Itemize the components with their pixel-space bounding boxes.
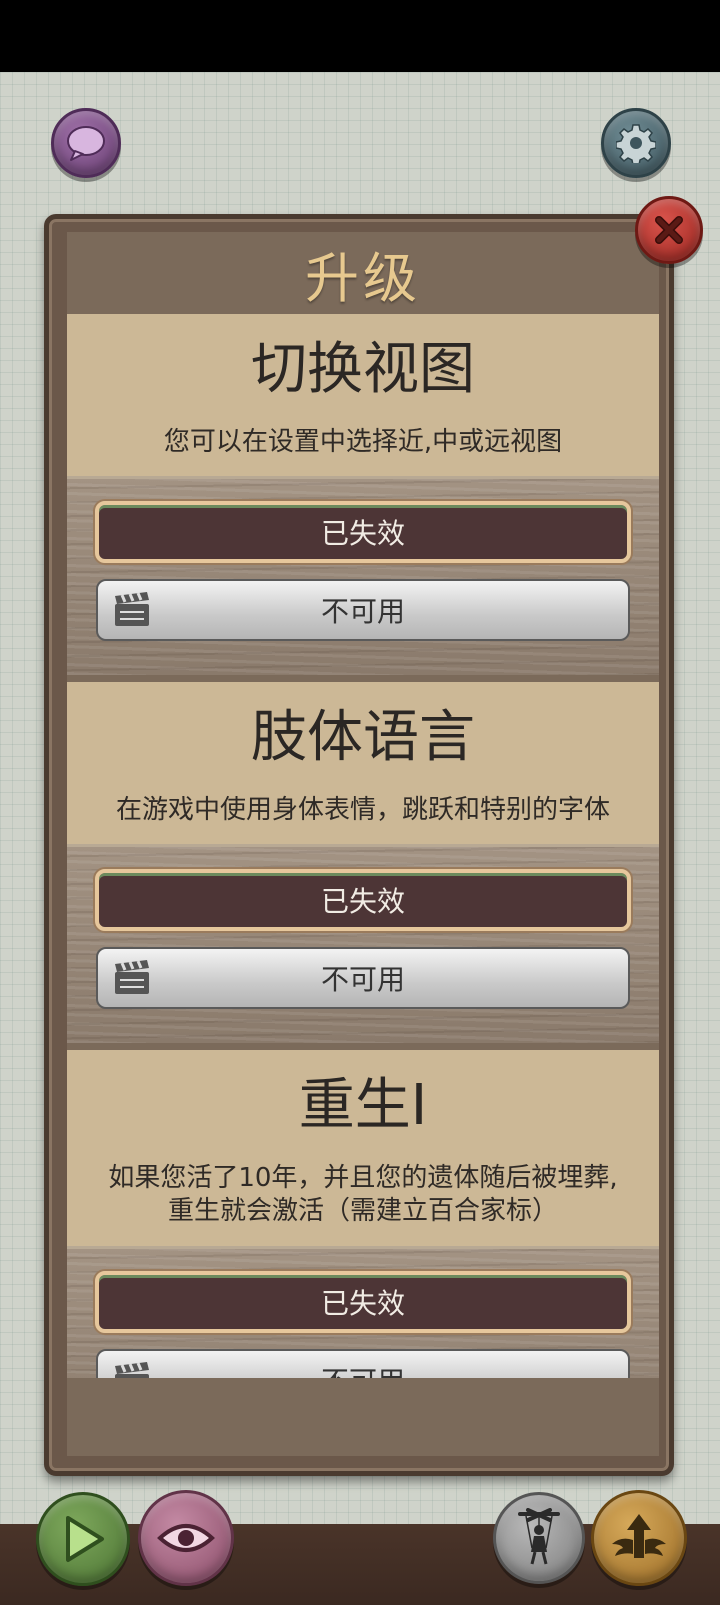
speech-bubble-icon [67,126,105,161]
upgrade-name: 重生I [298,1073,428,1138]
description-line: 重生就会激活（需建立百合家标） [167,1196,558,1226]
card-actions: 已失效 不可用 [67,844,659,1043]
upgrade-list[interactable]: 切换视图 您可以在设置中选择近,中或远视图 已失效 不可用 肢体语言 在游戏中使… [67,314,659,1378]
video-button-label: 不可用 [320,963,405,996]
chat-button[interactable] [51,108,121,178]
upgrade-card: 切换视图 您可以在设置中选择近,中或远视图 已失效 不可用 [67,314,659,675]
play-icon [66,1516,104,1562]
gear-icon [616,124,656,163]
watch-video-button[interactable]: 不可用 [96,947,630,1009]
wings-arrow-icon [612,1514,666,1558]
status-button[interactable]: 已失效 [95,869,631,931]
card-actions: 已失效 不可用 [67,476,659,675]
upgrades-button[interactable] [591,1490,687,1586]
video-button-label: 不可用 [320,595,405,628]
close-button[interactable] [635,196,703,264]
upgrade-name: 切换视图 [251,337,475,402]
upgrade-card: 重生I 如果您活了10年，并且您的遗体随后被埋葬, 重生就会激活（需建立百合家标… [67,1050,659,1378]
character-button[interactable] [493,1492,585,1584]
watch-video-button[interactable]: 不可用 [96,579,630,641]
status-button[interactable]: 已失效 [95,501,631,563]
upgrade-description: 在游戏中使用身体表情，跳跃和特别的字体 [115,795,610,825]
status-button[interactable]: 已失效 [95,1271,631,1333]
watch-video-button[interactable]: 不可用 [96,1349,630,1378]
puppet-icon [518,1508,560,1565]
card-info: 肢体语言 在游戏中使用身体表情，跳跃和特别的字体 [67,682,659,844]
video-button-label: 不可用 [321,1360,405,1378]
clapperboard-icon [115,592,149,626]
upgrade-description: 您可以在设置中选择近,中或远视图 [163,427,563,457]
panel-title: 升级 [305,246,421,310]
play-button[interactable] [36,1492,130,1586]
description-line: 如果您活了10年，并且您的遗体随后被埋葬, [108,1163,618,1193]
panel-footer [67,1378,659,1456]
card-info: 切换视图 您可以在设置中选择近,中或远视图 [67,314,659,476]
settings-button[interactable] [601,108,671,178]
clapperboard-icon [115,960,149,994]
status-bar [0,0,720,72]
close-x-icon [655,216,683,244]
panel-header: 升级 [67,232,659,314]
card-info: 重生I 如果您活了10年，并且您的遗体随后被埋葬, 重生就会激活（需建立百合家标… [67,1050,659,1246]
upgrade-card: 肢体语言 在游戏中使用身体表情，跳跃和特别的字体 已失效 不可用 [67,682,659,1043]
card-actions: 已失效 不可用 [67,1246,659,1378]
clapperboard-icon [115,1362,149,1378]
view-button[interactable] [138,1490,234,1586]
eye-icon [157,1524,215,1552]
upgrade-name: 肢体语言 [251,705,475,770]
upgrade-description: 如果您活了10年，并且您的遗体随后被埋葬, 重生就会激活（需建立百合家标） [67,1162,659,1228]
